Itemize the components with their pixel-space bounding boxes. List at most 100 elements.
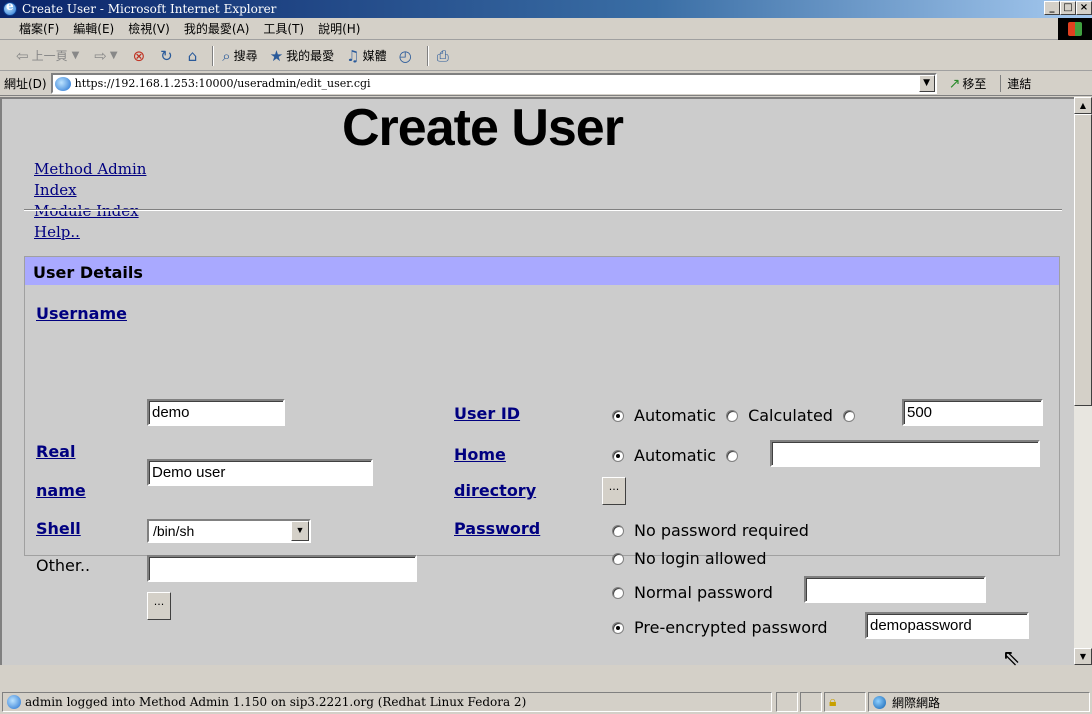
- media-icon: ♫: [346, 46, 360, 65]
- menu-tools[interactable]: 工具(T): [256, 20, 311, 37]
- menu-view[interactable]: 檢視(V): [121, 20, 177, 37]
- scroll-thumb[interactable]: [1074, 114, 1092, 406]
- print-button[interactable]: ⎙: [437, 47, 452, 65]
- window-title: Create User - Microsoft Internet Explore…: [22, 2, 277, 16]
- homedir-label-line2[interactable]: directory: [454, 481, 536, 501]
- chevron-down-icon: ▼: [71, 50, 80, 61]
- page-title: Create User: [342, 99, 624, 157]
- password-option-none: No password required: [612, 521, 809, 540]
- vertical-scrollbar[interactable]: ▲ ▼: [1074, 97, 1092, 665]
- search-icon: ⌕: [222, 46, 231, 65]
- password-option-nologin: No login allowed: [612, 549, 766, 568]
- favorites-button[interactable]: ★ 我的最愛: [270, 47, 334, 65]
- home-button[interactable]: ⌂: [188, 47, 201, 65]
- go-button[interactable]: ↗ 移至: [949, 75, 987, 92]
- history-button[interactable]: ◴: [399, 47, 415, 65]
- nav-link-method-admin[interactable]: Method Admin: [34, 159, 146, 180]
- userid-manual-radio[interactable]: [842, 409, 855, 422]
- homedir-options: Automatic: [612, 446, 748, 465]
- panel-header: User Details: [25, 257, 1059, 285]
- toolbar-separator: [426, 45, 429, 66]
- go-arrow-icon: ↗: [948, 75, 961, 92]
- password-none-label: No password required: [634, 521, 809, 540]
- other-label: Other..: [36, 556, 91, 575]
- password-nologin-radio[interactable]: [612, 552, 624, 565]
- scroll-down-icon[interactable]: ▼: [1074, 648, 1092, 665]
- links-button[interactable]: 連結: [1000, 75, 1031, 92]
- address-input[interactable]: https://192.168.1.253:10000/useradmin/ed…: [50, 73, 937, 94]
- username-label[interactable]: Username: [36, 304, 127, 324]
- address-bar: 網址(D) https://192.168.1.253:10000/userad…: [0, 72, 1092, 96]
- nav-link-module-index[interactable]: Module Index: [34, 201, 146, 222]
- other-shell-browse-button[interactable]: ...: [147, 592, 171, 620]
- home-icon: ⌂: [187, 46, 198, 65]
- other-shell-input[interactable]: [147, 555, 417, 582]
- status-text: admin logged into Method Admin 1.150 on …: [25, 695, 527, 709]
- username-input[interactable]: demo: [147, 399, 285, 426]
- password-normal-radio[interactable]: [612, 586, 624, 599]
- printer-icon: ⎙: [436, 46, 449, 65]
- nav-link-help[interactable]: Help..: [34, 222, 146, 243]
- minimize-button[interactable]: _: [1044, 1, 1060, 15]
- address-label: 網址(D): [4, 77, 47, 91]
- refresh-button[interactable]: ↻: [160, 47, 176, 65]
- forward-arrow-icon: ⇨: [94, 46, 107, 65]
- status-text-cell: admin logged into Method Admin 1.150 on …: [2, 692, 772, 712]
- password-normal-label: Normal password: [634, 583, 773, 602]
- userid-automatic-radio[interactable]: [612, 409, 624, 422]
- scroll-up-icon[interactable]: ▲: [1074, 97, 1092, 114]
- menu-edit[interactable]: 編輯(E): [66, 20, 121, 37]
- homedir-automatic-radio[interactable]: [612, 449, 624, 462]
- shell-label[interactable]: Shell: [36, 519, 81, 539]
- homedir-manual-radio[interactable]: [726, 449, 739, 462]
- userid-calculated-radio[interactable]: [726, 409, 739, 422]
- status-cell-progress: [776, 692, 798, 712]
- windows-logo: [1058, 18, 1092, 40]
- password-label[interactable]: Password: [454, 519, 540, 539]
- nav-link-index[interactable]: Index: [34, 180, 146, 201]
- toolbar-separator: [212, 45, 215, 66]
- homedir-browse-button[interactable]: ...: [602, 477, 626, 505]
- status-cell-zone: 網際網路: [868, 692, 1090, 712]
- search-button[interactable]: ⌕ 搜尋: [222, 47, 257, 65]
- close-button[interactable]: ×: [1076, 1, 1092, 15]
- stop-icon: ⊗: [132, 46, 146, 65]
- status-cell-secure: 🔒︎: [824, 692, 866, 712]
- media-button[interactable]: ♫ 媒體: [346, 47, 386, 65]
- page-icon: [7, 695, 21, 709]
- password-option-normal: Normal password: [612, 583, 773, 602]
- password-option-preencrypted: Pre-encrypted password: [612, 618, 828, 637]
- homedir-input[interactable]: [770, 440, 1040, 467]
- maximize-button[interactable]: □: [1060, 1, 1076, 15]
- chevron-down-icon[interactable]: ▼: [291, 521, 309, 541]
- homedir-automatic-label: Automatic: [634, 446, 717, 465]
- status-cell-blank: [800, 692, 822, 712]
- userid-calculated-label: Calculated: [748, 406, 833, 425]
- preencrypted-password-input[interactable]: demopassword: [865, 612, 1029, 639]
- chevron-down-icon: ▼: [109, 50, 118, 61]
- userid-automatic-label: Automatic: [634, 406, 717, 425]
- toolbar: ⇦ 上一頁 ▼ ⇨ ▼ ⊗ ↻ ⌂ ⌕ 搜尋 ★ 我的最愛 ♫ 媒體 ◴ ⎙: [0, 41, 1092, 71]
- realname-label-line1[interactable]: Real: [36, 442, 75, 462]
- stop-button[interactable]: ⊗: [133, 47, 149, 65]
- normal-password-input[interactable]: [804, 576, 986, 603]
- back-arrow-icon: ⇦: [16, 46, 29, 65]
- userid-input[interactable]: 500: [902, 399, 1043, 426]
- back-button[interactable]: ⇦ 上一頁 ▼: [16, 47, 82, 65]
- shell-select[interactable]: /bin/sh ▼: [147, 519, 311, 543]
- realname-label-line2[interactable]: name: [36, 481, 86, 501]
- homedir-label-line1[interactable]: Home: [454, 445, 506, 465]
- window-controls: _ □ ×: [1044, 1, 1092, 15]
- menu-file[interactable]: 檔案(F): [12, 20, 66, 37]
- menu-favorites[interactable]: 我的最愛(A): [177, 20, 257, 37]
- realname-input[interactable]: Demo user: [147, 459, 373, 486]
- address-dropdown-icon[interactable]: ▼: [918, 75, 935, 92]
- menu-help[interactable]: 說明(H): [311, 20, 367, 37]
- userid-label[interactable]: User ID: [454, 404, 520, 424]
- forward-button[interactable]: ⇨ ▼: [94, 47, 120, 65]
- history-icon: ◴: [398, 46, 412, 65]
- password-none-radio[interactable]: [612, 524, 624, 537]
- window-titlebar: Create User - Microsoft Internet Explore…: [0, 0, 1092, 18]
- password-preencrypted-radio[interactable]: [612, 621, 624, 634]
- lock-icon: 🔒︎: [829, 694, 837, 710]
